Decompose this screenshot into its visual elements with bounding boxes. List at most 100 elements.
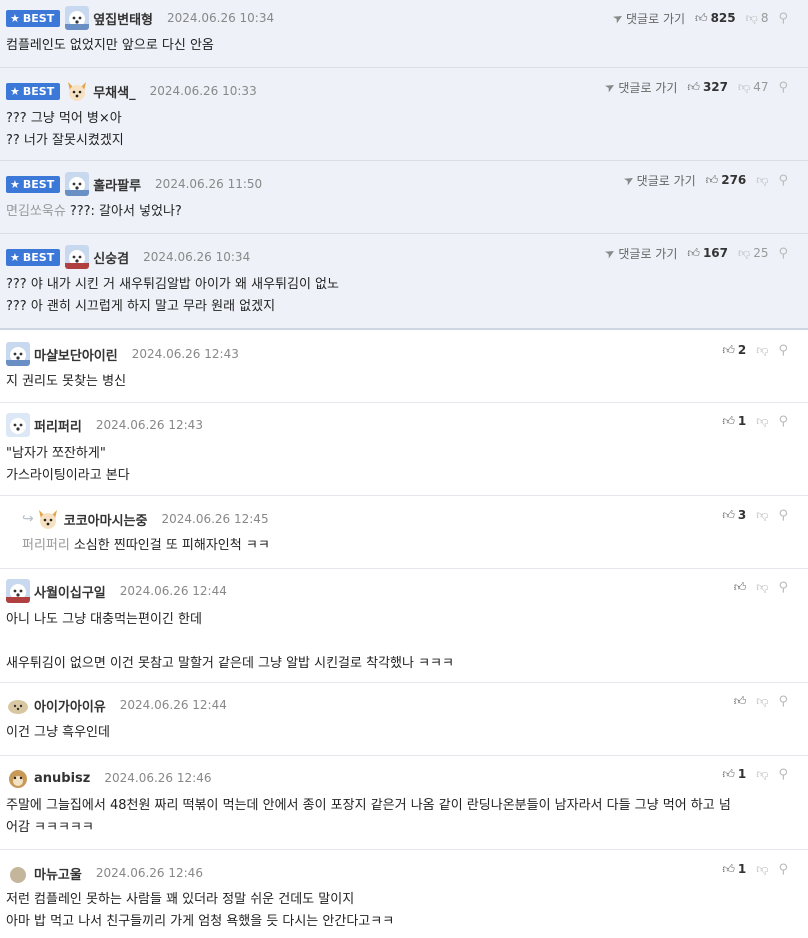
downvote-count: 25 xyxy=(753,246,769,260)
upvote-button[interactable]: 👍︎ 825 xyxy=(695,11,736,26)
upvote-button[interactable]: 👍︎ 276 xyxy=(706,173,747,188)
comment-header: 마샬보단아이린 2024.06.26 12:43 👍︎ 2 👎︎ ⚲ xyxy=(6,342,798,366)
downvote-button[interactable]: 👎︎ xyxy=(756,694,768,709)
upvote-button[interactable]: 👍︎ 327 xyxy=(687,80,728,95)
comment-header: 퍼리퍼리 2024.06.26 12:43 👍︎ 1 👎︎ ⚲ xyxy=(6,413,798,437)
best-comment: ★ BEST 무채색_ 2024.06.26 10:33 ➤ 댓글로 가기 👍︎ 32… xyxy=(0,68,808,161)
comment-date: 2024.06.26 12:43 xyxy=(131,347,239,361)
star-icon: ★ xyxy=(10,11,20,25)
link-icon[interactable]: ⚲ xyxy=(778,694,788,709)
downvote-button[interactable]: 👎︎ xyxy=(756,580,768,595)
dog-icon[interactable] xyxy=(65,172,90,196)
comment-date: 2024.06.26 12:46 xyxy=(95,866,203,880)
downvote-button[interactable]: 👎︎ xyxy=(756,862,768,877)
dog-icon[interactable] xyxy=(6,579,30,603)
fox-icon[interactable] xyxy=(65,79,90,103)
thumb-up-icon: 👍︎ xyxy=(733,693,747,708)
link-icon[interactable]: ⚲ xyxy=(778,343,788,358)
seal-icon[interactable] xyxy=(6,693,30,717)
goto-comment-link[interactable]: ➤ 댓글로 가기 xyxy=(602,244,677,262)
upvote-button[interactable]: 👍︎ 2 xyxy=(722,343,746,358)
downvote-button[interactable]: 👎︎ 47 xyxy=(738,80,768,95)
upvote-button[interactable]: 👍︎ 1 xyxy=(722,767,746,782)
best-comments-section: ★ BEST 옆집변태형 2024.06.26 10:34 ➤ 댓글로 가기 👍︎ 8… xyxy=(0,0,808,330)
nickname[interactable]: 퍼리퍼리 xyxy=(34,416,82,435)
nickname[interactable]: 옆집변태형 xyxy=(93,9,153,28)
goto-comment-link[interactable]: ➤ 댓글로 가기 xyxy=(610,9,685,26)
upvote-button[interactable]: 👍︎ 1 xyxy=(722,862,746,877)
thumb-down-icon: 👎︎ xyxy=(738,245,751,260)
upvote-button[interactable]: 👍︎ 167 xyxy=(687,246,728,261)
nickname[interactable]: 마뉴고울 xyxy=(34,864,82,883)
goto-comment-link[interactable]: ➤ 댓글로 가기 xyxy=(621,171,696,188)
downvote-button[interactable]: 👎︎ 8 xyxy=(746,11,769,26)
comment-header: ↪ 코코아마시는중 2024.06.26 12:45 👍︎ 3 👎︎ ⚲ xyxy=(6,507,798,531)
upvote-count: 3 xyxy=(737,508,747,522)
fox-icon[interactable] xyxy=(35,507,60,531)
upvote-button[interactable]: 👍︎ 3 xyxy=(722,508,746,523)
comment-actions: 👍︎ 1 👎︎ ⚲ xyxy=(722,859,788,879)
thumb-down-icon: 👎︎ xyxy=(745,10,758,25)
comment-text: 면김쏘욱슈???: 갈아서 넣었나? xyxy=(6,201,798,223)
comment-date: 2024.06.26 12:46 xyxy=(104,771,212,785)
goto-comment-link[interactable]: ➤ 댓글로 가기 xyxy=(602,78,677,96)
downvote-button[interactable]: 👎︎ xyxy=(756,343,768,358)
comment-date: 2024.06.26 10:33 xyxy=(149,84,257,98)
arrow-icon: ➤ xyxy=(602,78,619,96)
nickname[interactable]: 사월이십구일 xyxy=(34,582,106,601)
thumb-up-icon: 👍︎ xyxy=(733,579,747,594)
best-badge-label: BEST xyxy=(22,177,55,191)
link-icon[interactable]: ⚲ xyxy=(778,580,788,595)
downvote-button[interactable]: 👎︎ xyxy=(756,414,768,429)
downvote-button[interactable]: 👎︎ xyxy=(756,767,768,782)
nickname[interactable]: 무채색_ xyxy=(93,82,135,101)
link-icon[interactable]: ⚲ xyxy=(778,80,788,95)
link-icon[interactable]: ⚲ xyxy=(778,508,788,523)
thumb-up-icon: 👍︎ xyxy=(722,413,735,428)
dot-icon[interactable] xyxy=(6,861,30,885)
comment-text: "남자가 쪼잔하게" 가스라이팅이라고 본다 xyxy=(6,446,130,483)
dog-icon[interactable] xyxy=(6,413,30,437)
comment-actions: ➤ 댓글로 가기 👍︎ 327 👎︎ 47 ⚲ xyxy=(602,77,788,97)
comment-header: ★ BEST 훌라팔루 2024.06.26 11:50 ➤ 댓글로 가기 👍︎ 27… xyxy=(6,171,798,196)
thumb-down-icon: 👎︎ xyxy=(756,579,769,594)
dog-icon[interactable] xyxy=(65,6,90,30)
nickname[interactable]: 코코아마시는중 xyxy=(64,510,148,529)
nickname[interactable]: anubisz xyxy=(34,771,90,786)
comment-actions: ➤ 댓글로 가기 👍︎ 276 👎︎ ⚲ xyxy=(621,170,788,190)
upvote-button[interactable]: 👍︎ 1 xyxy=(722,414,746,429)
downvote-button[interactable]: 👎︎ xyxy=(756,508,768,523)
link-icon[interactable]: ⚲ xyxy=(778,173,788,188)
dog-icon[interactable] xyxy=(65,245,90,269)
nickname[interactable]: 아이가아이유 xyxy=(34,696,106,715)
nickname[interactable]: 신숭겸 xyxy=(93,248,129,267)
comment-text: 아니 나도 그냥 대충먹는편이긴 한데 새우튀김이 없으면 이건 못참고 말할거… xyxy=(6,612,454,671)
reply-comment: ↪ 코코아마시는중 2024.06.26 12:45 👍︎ 3 👎︎ ⚲ 퍼리퍼리… xyxy=(0,496,808,569)
comment-date: 2024.06.26 12:44 xyxy=(119,584,227,598)
hamster-icon[interactable] xyxy=(6,766,30,790)
best-badge: ★ BEST xyxy=(6,175,61,193)
dog-icon[interactable] xyxy=(6,342,30,366)
downvote-button[interactable]: 👎︎ 25 xyxy=(738,246,768,261)
reply-arrow-icon: ↪ xyxy=(22,511,34,527)
link-icon[interactable]: ⚲ xyxy=(778,414,788,429)
comment-header: 사월이십구일 2024.06.26 12:44 👍︎ 👎︎ ⚲ xyxy=(6,579,798,603)
link-icon[interactable]: ⚲ xyxy=(778,246,788,261)
mention[interactable]: 면김쏘욱슈 xyxy=(6,204,66,219)
upvote-count: 825 xyxy=(710,11,736,25)
downvote-button[interactable]: 👎︎ xyxy=(756,173,768,188)
mention[interactable]: 퍼리퍼리 xyxy=(22,538,70,553)
upvote-button[interactable]: 👍︎ xyxy=(734,694,747,709)
nickname[interactable]: 훌라팔루 xyxy=(93,175,141,194)
arrow-icon: ➤ xyxy=(602,244,619,262)
comment-actions: 👍︎ 👎︎ ⚲ xyxy=(734,691,788,711)
comment-header: 마뉴고울 2024.06.26 12:46 👍︎ 1 👎︎ ⚲ xyxy=(6,861,798,885)
link-icon[interactable]: ⚲ xyxy=(778,767,788,782)
comment-date: 2024.06.26 12:44 xyxy=(119,698,227,712)
upvote-button[interactable]: 👍︎ xyxy=(734,580,747,595)
best-comment: ★ BEST 신숭겸 2024.06.26 10:34 ➤ 댓글로 가기 👍︎ 167… xyxy=(0,234,808,328)
link-icon[interactable]: ⚲ xyxy=(778,11,788,26)
comment-text: 지 권리도 못찾는 병신 xyxy=(6,374,127,389)
link-icon[interactable]: ⚲ xyxy=(778,862,788,877)
nickname[interactable]: 마샬보단아이린 xyxy=(34,345,118,364)
